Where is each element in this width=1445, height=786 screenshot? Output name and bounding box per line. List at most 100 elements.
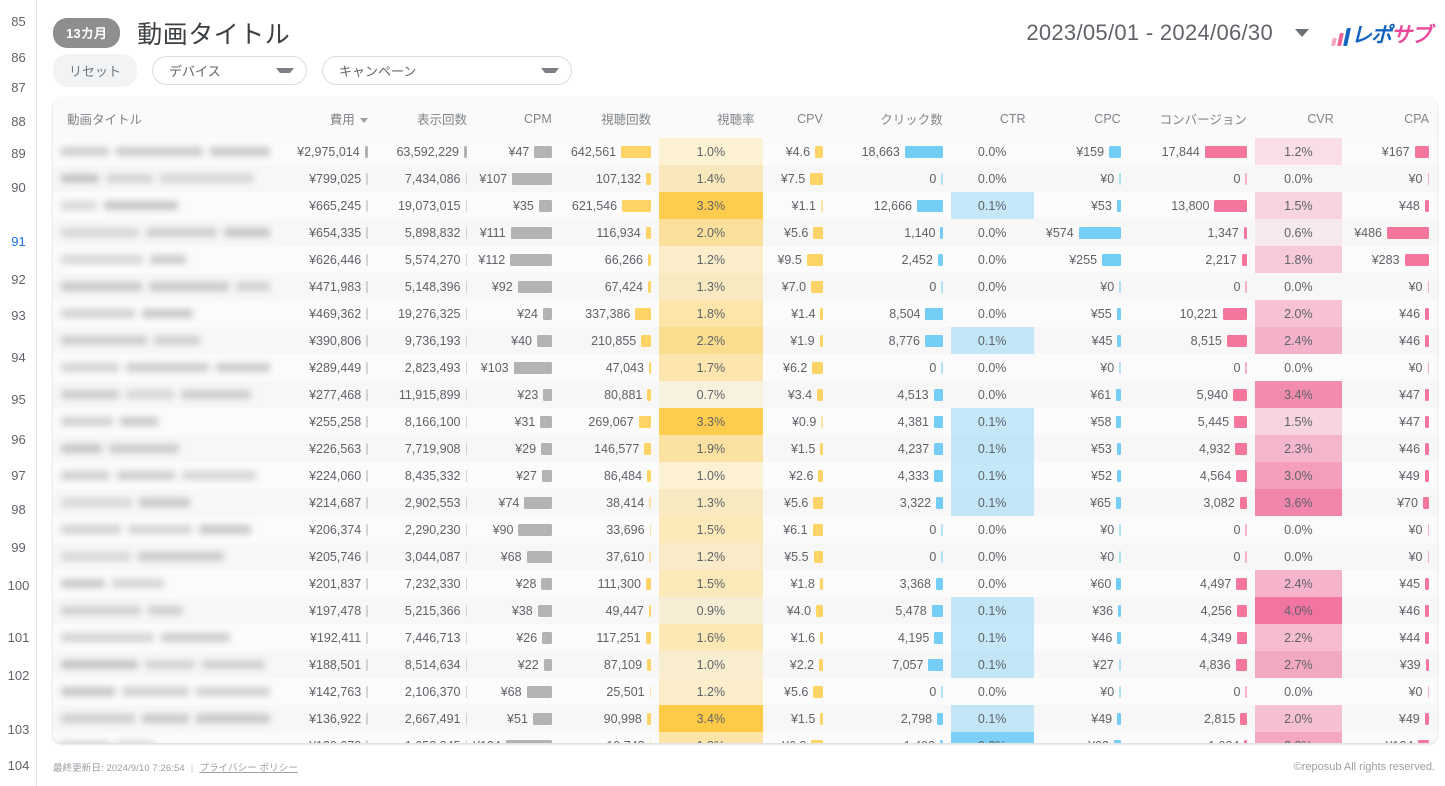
row-number-92[interactable]: 92 bbox=[0, 272, 37, 288]
table-row[interactable]: ¥214,687 2,902,553 ¥74 38,414 1.3% ¥5.6 3,322 0… bbox=[53, 489, 1437, 516]
table-row[interactable]: ¥255,258 8,166,100 ¥31 269,067 3.3% ¥0.9 4,381… bbox=[53, 408, 1437, 435]
cell-imp: 7,232,330 bbox=[376, 570, 475, 597]
cell-imp: 63,592,229 bbox=[376, 138, 475, 165]
bar-cpc bbox=[1109, 145, 1121, 158]
row-number-89[interactable]: 89 bbox=[0, 146, 37, 162]
cell-value: 86,484 bbox=[603, 468, 643, 483]
cell-value: 4,333 bbox=[897, 468, 929, 483]
top-bar-right: 2023/05/01 - 2024/06/30 レポサブ bbox=[1026, 20, 1435, 46]
cell-cvr: 1.2% bbox=[1254, 138, 1342, 165]
row-number-98[interactable]: 98 bbox=[0, 502, 37, 518]
row-number-94[interactable]: 94 bbox=[0, 350, 37, 366]
row-number-95[interactable]: 95 bbox=[0, 392, 37, 408]
column-header-コンバージョン[interactable]: コンバージョン bbox=[1128, 98, 1255, 138]
reset-button[interactable]: リセット bbox=[53, 53, 138, 87]
column-header-CPC[interactable]: CPC bbox=[1033, 98, 1129, 138]
column-header-費用[interactable]: 費用 bbox=[278, 98, 376, 138]
table-row[interactable]: ¥206,374 2,290,230 ¥90 33,696 1.5% ¥6.1 0 0.0% ¥… bbox=[53, 516, 1437, 543]
table-row[interactable]: ¥665,245 19,073,015 ¥35 621,546 3.3% ¥1.1 12,6… bbox=[53, 192, 1437, 219]
bar-cpa bbox=[1425, 604, 1429, 617]
date-range-label[interactable]: 2023/05/01 - 2024/06/30 bbox=[1026, 20, 1273, 46]
row-number-102[interactable]: 102 bbox=[0, 668, 37, 684]
column-header-表示回数[interactable]: 表示回数 bbox=[375, 98, 475, 138]
bar-cpm bbox=[542, 631, 552, 644]
campaign-filter-select[interactable]: キャンペーン bbox=[322, 55, 573, 85]
row-number-gutter: 85 86 87 88 89 90 91 92 93 94 95 96 97 98 99 100 101 102 1… bbox=[0, 0, 37, 786]
table-row[interactable]: ¥201,837 7,232,330 ¥28 111,300 1.5% ¥1.8 3,368… bbox=[53, 570, 1437, 597]
bar-cpv bbox=[820, 712, 823, 725]
table-row[interactable]: ¥226,563 7,719,908 ¥29 146,577 1.9% ¥1.5 4,237… bbox=[53, 435, 1437, 462]
column-header-CPA[interactable]: CPA bbox=[1341, 98, 1437, 138]
period-badge[interactable]: 13カ月 bbox=[53, 18, 121, 48]
cell-cpc: ¥65 bbox=[1034, 489, 1129, 516]
cell-value: 2,452 bbox=[901, 252, 933, 267]
table-row[interactable]: ¥197,478 5,215,366 ¥38 49,447 0.9% ¥4.0 5,478 0… bbox=[53, 597, 1437, 624]
bar-cpc bbox=[1119, 685, 1121, 698]
row-number-93[interactable]: 93 bbox=[0, 308, 37, 324]
row-number-97[interactable]: 97 bbox=[0, 468, 37, 484]
column-header-視聴回数[interactable]: 視聴回数 bbox=[559, 98, 660, 138]
bar-cpa bbox=[1414, 145, 1429, 158]
table-row[interactable]: ¥390,806 9,736,193 ¥40 210,855 2.2% ¥1.9 8,776… bbox=[53, 327, 1437, 354]
cell-value: 107,132 bbox=[595, 171, 642, 186]
table-row[interactable]: ¥469,362 19,276,325 ¥24 337,386 1.8% ¥1.4 8,50… bbox=[53, 300, 1437, 327]
column-header-動画タイトル[interactable]: 動画タイトル bbox=[53, 98, 279, 138]
row-number-91[interactable]: 91 bbox=[0, 228, 37, 256]
table-row[interactable]: ¥142,763 2,106,370 ¥68 25,501 1.2% ¥5.6 0 0.0% ¥… bbox=[53, 678, 1437, 705]
cell-cvr: 0.0% bbox=[1284, 279, 1313, 294]
bar-views bbox=[649, 685, 652, 698]
table-row[interactable]: ¥2,975,014 63,592,229 ¥47 642,561 1.0% ¥4.6 18… bbox=[53, 138, 1437, 165]
row-number-101[interactable]: 101 bbox=[0, 630, 37, 646]
column-header-CPV[interactable]: CPV bbox=[762, 98, 831, 138]
chevron-down-icon[interactable] bbox=[1295, 29, 1309, 37]
row-number-86[interactable]: 86 bbox=[0, 50, 37, 66]
cell-value: ¥23 bbox=[517, 387, 539, 402]
table-row[interactable]: ¥188,501 8,514,634 ¥22 87,109 1.0% ¥2.2 7,057 0… bbox=[53, 651, 1437, 678]
bar-cpc bbox=[1117, 334, 1121, 347]
bar-cpc bbox=[1116, 199, 1121, 212]
cell-value: ¥45 bbox=[1399, 576, 1421, 591]
column-header-CVR[interactable]: CVR bbox=[1254, 98, 1342, 138]
cell-value: 2,823,493 bbox=[404, 360, 461, 375]
table-row[interactable]: ¥277,468 11,915,899 ¥23 80,881 0.7% ¥3.4 4,513… bbox=[53, 381, 1437, 408]
table-row[interactable]: ¥654,335 5,898,832 ¥111 116,934 2.0% ¥5.6 1,14… bbox=[53, 219, 1437, 246]
cell-value: ¥0 bbox=[1100, 684, 1115, 699]
cell-clicks: 4,513 bbox=[831, 381, 951, 408]
table-row[interactable]: ¥289,449 2,823,493 ¥103 47,043 1.7% ¥6.2 0 0.0%… bbox=[53, 354, 1437, 381]
table-row[interactable]: ¥205,746 3,044,087 ¥68 37,610 1.2% ¥5.5 0 0.0% ¥… bbox=[53, 543, 1437, 570]
table-row[interactable]: ¥626,446 5,574,270 ¥112 66,266 1.2% ¥9.5 2,452… bbox=[53, 246, 1437, 273]
cell-ctr: 0.1% bbox=[950, 597, 1034, 624]
data-table-card[interactable]: 動画タイトル 費用 表示回数 CPM 視聴回数 視聴率 CPV クリック数 CTR CPC コンバー… bbox=[53, 98, 1437, 743]
column-header-クリック数[interactable]: クリック数 bbox=[830, 98, 951, 138]
row-number-99[interactable]: 99 bbox=[0, 540, 37, 556]
row-number-96[interactable]: 96 bbox=[0, 432, 37, 448]
cell-value: ¥26 bbox=[516, 630, 538, 645]
device-filter-select[interactable]: デバイス bbox=[152, 55, 308, 85]
table-row[interactable]: ¥192,411 7,446,713 ¥26 117,251 1.6% ¥1.6 4,195… bbox=[53, 624, 1437, 651]
row-number-103[interactable]: 103 bbox=[0, 722, 37, 738]
table-row[interactable]: ¥224,060 8,435,332 ¥27 86,484 1.0% ¥2.6 4,333 0… bbox=[53, 462, 1437, 489]
table-row[interactable]: ¥799,025 7,434,086 ¥107 107,132 1.4% ¥7.5 0 0.0… bbox=[53, 165, 1437, 192]
row-number-90[interactable]: 90 bbox=[0, 180, 37, 196]
table-row[interactable]: ¥471,983 5,148,396 ¥92 67,424 1.3% ¥7.0 0 0.0% ¥… bbox=[53, 273, 1437, 300]
cell-cpc: ¥61 bbox=[1034, 381, 1129, 408]
table-row[interactable]: ¥130,078 1,058,845 ¥124 19,748 1.8% ¥6.8 1,408… bbox=[53, 732, 1437, 743]
privacy-policy-link[interactable]: プライバシー ポリシー bbox=[199, 763, 298, 774]
row-number-104[interactable]: 104 bbox=[0, 758, 37, 774]
column-header-視聴率[interactable]: 視聴率 bbox=[659, 98, 763, 138]
column-header-CTR[interactable]: CTR bbox=[950, 98, 1034, 138]
row-number-88[interactable]: 88 bbox=[0, 114, 37, 130]
cell-value: ¥6.8 bbox=[782, 739, 806, 744]
cell-cv: 8,515 bbox=[1129, 327, 1255, 354]
bar-cpm bbox=[540, 415, 552, 428]
cell-views: 621,546 bbox=[560, 192, 659, 219]
row-number-85[interactable]: 85 bbox=[0, 14, 37, 30]
cell-views: 642,561 bbox=[560, 138, 659, 165]
reposub-logo: レポサブ bbox=[1331, 20, 1432, 46]
cell-cpv: ¥1.1 bbox=[763, 192, 831, 219]
column-header-CPM[interactable]: CPM bbox=[475, 98, 560, 138]
table-row[interactable]: ¥136,922 2,667,491 ¥51 90,998 3.4% ¥1.5 2,798 0… bbox=[53, 705, 1437, 732]
cell-value: ¥107 bbox=[479, 171, 508, 186]
row-number-87[interactable]: 87 bbox=[0, 80, 37, 96]
row-number-100[interactable]: 100 bbox=[0, 578, 37, 594]
